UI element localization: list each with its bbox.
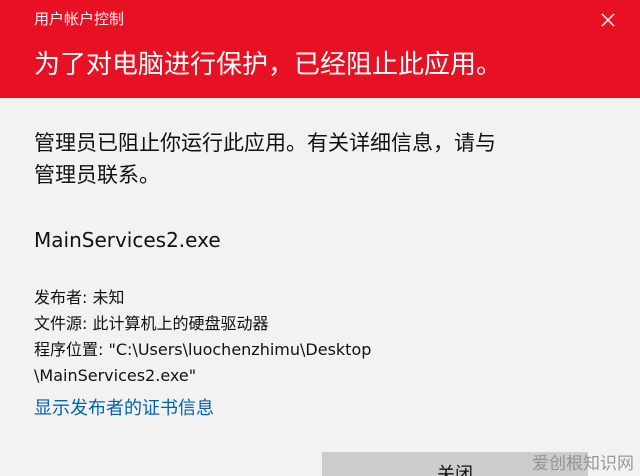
window-close-button[interactable]: [594, 6, 622, 34]
close-icon: [601, 13, 615, 27]
watermark: 爱创根知识网: [532, 454, 634, 474]
window-title: 用户帐户控制: [34, 10, 125, 28]
blocked-heading: 为了对电脑进行保护，已经阻止此应用。: [34, 50, 503, 80]
publisher-label: 发布者:: [34, 288, 88, 307]
admin-blocked-message: 管理员已阻止你运行此应用。有关详细信息，请与管理员联系。: [34, 131, 496, 187]
uac-dialog: 用户帐户控制 为了对电脑进行保护，已经阻止此应用。 管理员已阻止你运行此应用。有…: [0, 0, 640, 476]
source-value: 此计算机上的硬盘驱动器: [92, 314, 269, 333]
show-certificate-link[interactable]: 显示发布者的证书信息: [34, 396, 214, 422]
location-row: 程序位置: "C:\Users\luochenzhimu\Desktop: [34, 337, 371, 363]
dialog-header: 用户帐户控制 为了对电脑进行保护，已经阻止此应用。: [0, 0, 640, 98]
source-row: 文件源: 此计算机上的硬盘驱动器: [34, 311, 371, 337]
location-label: 程序位置:: [34, 340, 104, 359]
close-button-label: 关闭: [437, 464, 473, 476]
publisher-value: 未知: [92, 288, 125, 307]
app-details: 发布者: 未知 文件源: 此计算机上的硬盘驱动器 程序位置: "C:\Users…: [34, 285, 371, 389]
source-label: 文件源:: [34, 314, 88, 333]
location-value-line1: "C:\Users\luochenzhimu\Desktop: [108, 340, 372, 359]
publisher-row: 发布者: 未知: [34, 285, 371, 311]
app-name: MainServices2.exe: [34, 228, 221, 252]
location-row-continued: \MainServices2.exe": [34, 363, 371, 389]
location-value-line2: \MainServices2.exe": [34, 366, 197, 385]
